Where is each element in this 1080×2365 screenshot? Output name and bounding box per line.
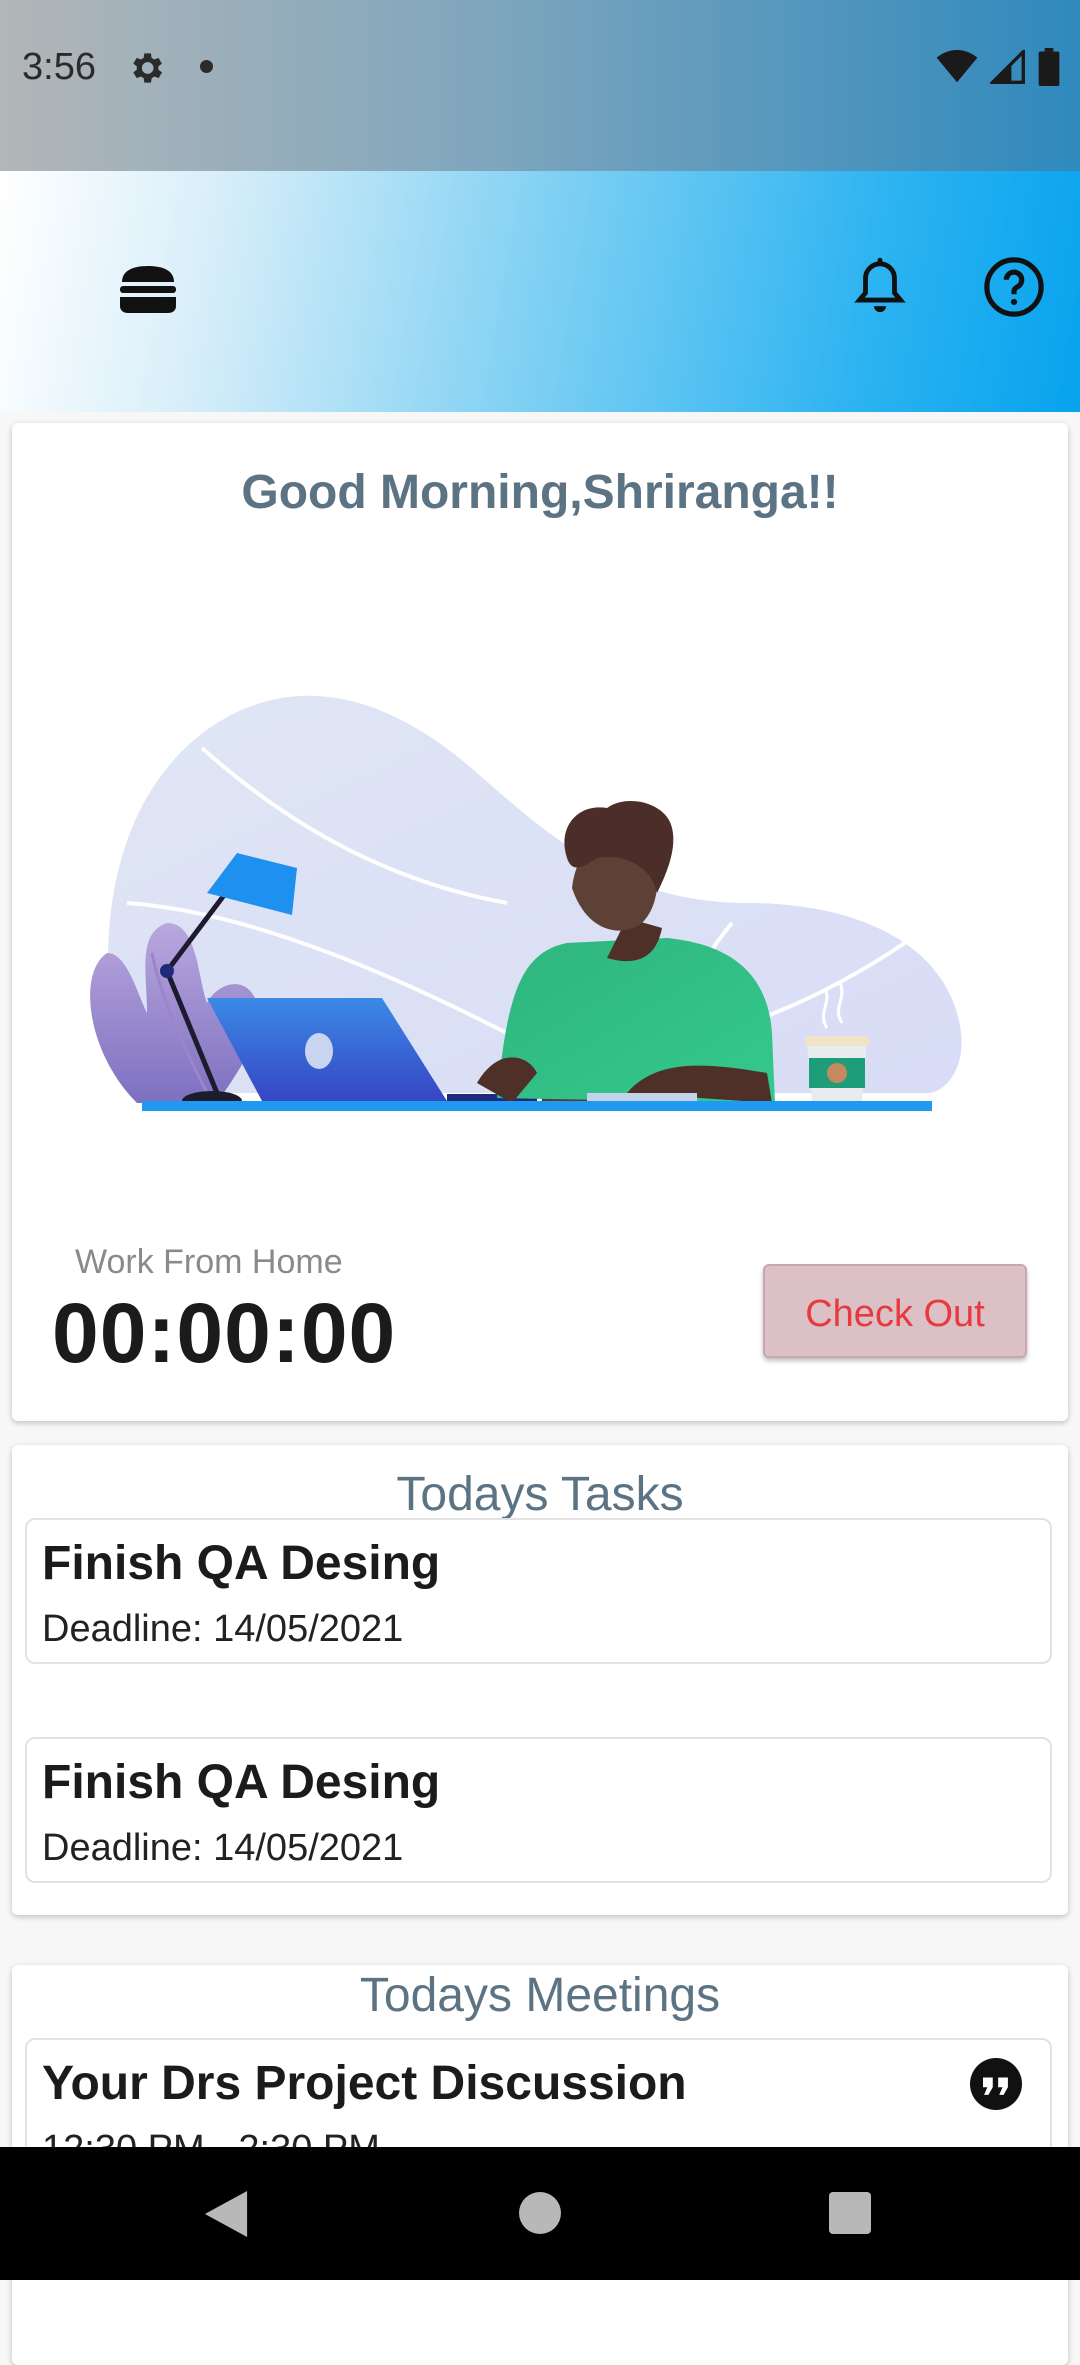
check-out-button[interactable]: Check Out	[763, 1264, 1027, 1358]
task-title: Finish QA Desing	[42, 1537, 441, 1590]
wifi-icon	[936, 50, 978, 83]
work-from-home-illustration	[90, 695, 962, 1111]
task-deadline: Deadline: 14/05/2021	[42, 1827, 404, 1869]
work-timer: 00:00:00	[52, 1286, 397, 1380]
work-mode-label: Work From Home	[75, 1243, 343, 1281]
help-icon[interactable]	[983, 256, 1045, 318]
tasks-title: Todays Tasks	[396, 1468, 684, 1521]
app-header	[0, 171, 1080, 412]
battery-icon	[1038, 48, 1060, 86]
quote-icon[interactable]	[970, 2058, 1022, 2110]
task-title: Finish QA Desing	[42, 1756, 441, 1809]
status-bar: 3:56	[0, 0, 1080, 171]
greeting-text: Good Morning,Shriranga!!	[241, 466, 839, 519]
task-deadline: Deadline: 14/05/2021	[42, 1608, 404, 1650]
back-icon[interactable]	[204, 2191, 248, 2237]
notification-dot	[200, 60, 213, 73]
menu-icon[interactable]	[118, 264, 178, 314]
task-item[interactable]: Finish QA Desing Deadline: 14/05/2021	[25, 1518, 1052, 1664]
meeting-title: Your Drs Project Discussion	[42, 2057, 687, 2110]
home-icon[interactable]	[519, 2192, 561, 2234]
gear-icon	[133, 53, 162, 83]
tasks-card: Todays Tasks Finish QA Desing Deadline: …	[12, 1445, 1068, 1915]
navigation-bar	[0, 2147, 1080, 2280]
bell-icon[interactable]	[851, 256, 909, 320]
status-indicators	[936, 48, 1060, 86]
signal-icon	[990, 50, 1025, 84]
status-time: 3:56	[22, 46, 96, 88]
attendance-card: Good Morning,Shriranga!! Work From Home …	[12, 423, 1068, 1421]
task-item[interactable]: Finish QA Desing Deadline: 14/05/2021	[25, 1737, 1052, 1883]
recents-icon[interactable]	[829, 2192, 871, 2234]
meetings-title: Todays Meetings	[359, 1969, 721, 2022]
